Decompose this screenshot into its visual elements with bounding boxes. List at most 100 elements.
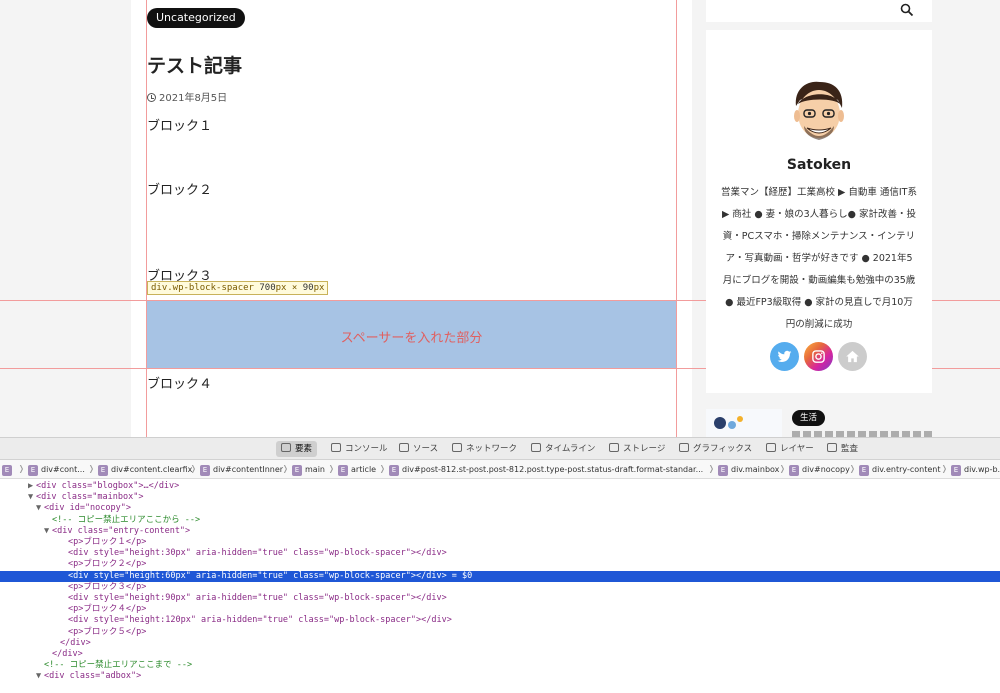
devtools-tab-label: ネットワーク [466, 444, 518, 454]
profile-name: Satoken [786, 157, 852, 173]
dom-node[interactable]: ▶ <div class="blogbox">…</div> [0, 481, 1000, 492]
element-icon: E [28, 465, 38, 476]
dom-node[interactable]: <p>ブロック５</p> [0, 627, 1000, 638]
disclosure-triangle-icon[interactable]: ▼ [36, 503, 44, 514]
dom-node-source: <!-- コピー禁止エリアここまで --> [44, 660, 193, 671]
breadcrumb-label: div#nocopy [802, 465, 850, 474]
dom-node[interactable]: <div style="height:30px" aria-hidden="tr… [0, 548, 1000, 559]
dom-node-source: <p>ブロック２</p> [68, 559, 147, 570]
breadcrumb-item[interactable]: Ediv#cont... [28, 463, 85, 476]
category-badge[interactable]: Uncategorized [147, 8, 245, 28]
devtools-tab-4[interactable]: タイムライン [526, 441, 600, 457]
breadcrumb-item[interactable]: Ediv.entry-content [859, 463, 940, 476]
tooltip-selector: div.wp-block-spacer [151, 283, 254, 293]
devtools-tab-3[interactable]: ネットワーク [447, 441, 522, 457]
home-button[interactable] [838, 342, 867, 371]
tooltip-width: 700 [259, 283, 276, 293]
dom-node[interactable]: </div> [0, 649, 1000, 660]
disclosure-triangle-icon[interactable]: ▶ [28, 481, 36, 492]
inspector-tab-bar: 要素 コンソール ソース ネットワーク タイムライン ストレージ グラフィックス レイヤー 監査 [0, 438, 1000, 460]
tab-icon [766, 443, 776, 452]
dom-node[interactable]: <div style="height:90px" aria-hidden="tr… [0, 593, 1000, 604]
post-date: 2021年8月5日 [147, 89, 227, 104]
dom-node[interactable]: ▼ <div class="entry-content"> [0, 526, 1000, 537]
dom-node[interactable]: </div> [0, 638, 1000, 649]
clock-icon [147, 93, 156, 102]
breadcrumb-item[interactable]: Ediv#contentInner [200, 463, 283, 476]
tab-icon [827, 443, 837, 452]
devtools-tab-5[interactable]: ストレージ [604, 441, 670, 457]
devtools-tab-1[interactable]: コンソール [326, 441, 393, 457]
breadcrumb-label: div#contentInner [213, 465, 284, 474]
block-paragraph-1: ブロック１ [147, 119, 213, 134]
instagram-icon [812, 350, 825, 363]
breadcrumb-item[interactable]: Ediv#nocopy [789, 463, 850, 476]
breadcrumb-label: div#content.clearfix [111, 465, 193, 474]
dom-node[interactable]: ▼ <div class="mainbox"> [0, 492, 1000, 503]
instagram-button[interactable] [804, 342, 833, 371]
twitter-button[interactable] [770, 342, 799, 371]
dom-node[interactable]: <div style="height:120px" aria-hidden="t… [0, 615, 1000, 626]
breadcrumb-separator: ❭ [779, 464, 786, 473]
tooltip-times: × [291, 283, 298, 293]
block-paragraph-4: ブロック４ [147, 377, 213, 392]
related-thumbnail[interactable] [706, 409, 782, 437]
webpage-viewport: Uncategorized テスト記事 2021年8月5日 ブロック１ ブロック… [0, 0, 1000, 437]
breadcrumb-item[interactable]: Ediv.mainbox [718, 463, 779, 476]
element-icon: E [789, 465, 799, 476]
search-icon[interactable] [900, 3, 914, 17]
dom-node[interactable]: ▼ <div id="nocopy"> [0, 503, 1000, 514]
breadcrumb-separator: ❭ [708, 464, 715, 473]
breadcrumb-label: div.mainbox [731, 465, 780, 474]
dom-node-source: <div class="mainbox"> [36, 492, 144, 503]
devtools-tab-7[interactable]: レイヤー [761, 441, 819, 457]
dom-node[interactable]: <p>ブロック４</p> [0, 604, 1000, 615]
dom-node-source: <div style="height:120px" aria-hidden="t… [68, 615, 452, 626]
devtools-tab-0[interactable]: 要素 [276, 441, 318, 457]
breadcrumb-root[interactable]: E [2, 463, 15, 476]
avatar [794, 81, 844, 140]
breadcrumb-item[interactable]: Emain [292, 463, 325, 476]
devtools-tab-2[interactable]: ソース [394, 441, 443, 457]
inspector-tooltip: div.wp-block-spacer 700px × 90px [147, 281, 329, 295]
dom-node-source: <div style="height:90px" aria-hidden="tr… [68, 593, 447, 603]
breadcrumb-item[interactable]: Earticle [338, 463, 376, 476]
breadcrumb-label: div#post-812.st-post.post-812.post.type-… [402, 465, 704, 474]
devtools-tab-6[interactable]: グラフィックス [674, 441, 757, 457]
tab-icon [331, 443, 341, 452]
tab-icon [609, 443, 619, 452]
disclosure-triangle-icon[interactable]: ▼ [36, 671, 44, 682]
element-icon: E [200, 465, 210, 476]
related-post[interactable]: 生活 [706, 405, 932, 437]
breadcrumb-item[interactable]: Ediv#post-812.st-post.post-812.post.type… [389, 463, 703, 476]
breadcrumb-separator: ❭ [282, 464, 289, 473]
element-icon: E [98, 465, 108, 476]
dom-node-selected[interactable]: <div style="height:60px" aria-hidden="tr… [0, 570, 1000, 582]
dom-node-source: <p>ブロック５</p> [68, 626, 147, 637]
devtools-tab-label: グラフィックス [693, 444, 753, 454]
dom-node[interactable]: ▼ <div class="adbox"> [0, 671, 1000, 682]
dom-node[interactable]: <!-- コピー禁止エリアここまで --> [0, 660, 1000, 671]
dom-node-source: </div> [52, 649, 83, 659]
guide-line-left [146, 0, 147, 437]
breadcrumb-item[interactable]: Ediv.wp-b... [951, 463, 1000, 476]
dom-node-source: <div class="adbox"> [44, 671, 142, 682]
breadcrumb-separator: ❭ [849, 464, 856, 473]
disclosure-triangle-icon[interactable]: ▼ [44, 526, 52, 537]
dom-node[interactable]: <p>ブロック２</p> [0, 559, 1000, 570]
sidebar-search-box[interactable] [706, 0, 932, 22]
disclosure-triangle-icon[interactable]: ▼ [28, 492, 36, 503]
breadcrumb-separator: ❭ [18, 464, 25, 473]
breadcrumb-separator: ❭ [379, 464, 386, 473]
related-category-badge[interactable]: 生活 [792, 410, 826, 426]
dom-node[interactable]: <p>ブロック３</p> [0, 582, 1000, 593]
devtools-tab-label: レイヤー [780, 444, 814, 454]
devtools-tab-8[interactable]: 監査 [822, 441, 863, 457]
dom-node-source: <div style="height:30px" aria-hidden="tr… [68, 548, 447, 559]
dom-node[interactable]: <!-- コピー禁止エリアここから --> [0, 515, 1000, 526]
breadcrumb-item[interactable]: Ediv#content.clearfix [98, 463, 192, 476]
dom-node[interactable]: <p>ブロック１</p> [0, 537, 1000, 548]
breadcrumb-label: main [305, 465, 325, 474]
tooltip-unit-h: px [313, 283, 325, 293]
dom-breadcrumb: E ❭ Ediv#cont... ❭ Ediv#content.clearfix ❭ Ed… [0, 460, 1000, 479]
